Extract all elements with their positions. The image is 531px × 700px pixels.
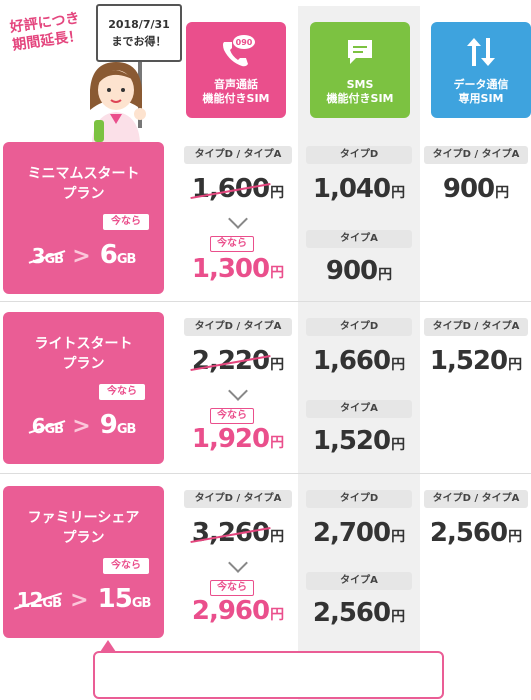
old-data-capacity: 3GB xyxy=(31,244,64,268)
plan-card-light-start: ライトスタート プラン 今なら 6GB > 9GB xyxy=(3,312,164,464)
data-capacity: 12GB > 15GB xyxy=(3,584,164,614)
voice-sim-label-2: 機能付きSIM xyxy=(202,92,270,105)
voice-type-label: タイプD / タイプA xyxy=(184,490,292,508)
voice-new-price: 1,300円 xyxy=(191,254,285,284)
voice-new-price: 2,960円 xyxy=(191,596,285,626)
phone-icon-badge: 090 xyxy=(236,38,253,47)
mascot-girl-illustration xyxy=(90,62,146,142)
phone-icon: 090 xyxy=(223,35,255,67)
chevron-right-icon: > xyxy=(70,588,89,613)
sms-sim-label-2: 機能付きSIM xyxy=(326,92,394,105)
data-sim-header: データ通信 専用SIM xyxy=(431,22,531,118)
row-divider xyxy=(0,301,531,302)
sms-type-d-label: タイプD xyxy=(306,146,412,164)
sms-type-a-price: 2,560円 xyxy=(312,598,406,628)
data-sim-label-1: データ通信 xyxy=(453,78,509,91)
new-data-capacity: 6GB xyxy=(99,240,137,270)
chevron-down-icon xyxy=(228,209,248,229)
sms-type-d-price: 2,700円 xyxy=(312,518,406,548)
sms-type-d-price: 1,660円 xyxy=(312,346,406,376)
data-price: 900円 xyxy=(442,174,510,204)
old-data-capacity: 12GB xyxy=(16,588,62,612)
data-type-label: タイプD / タイプA xyxy=(424,146,528,164)
voice-old-price: 1,600円 xyxy=(191,174,285,204)
data-type-label: タイプD / タイプA xyxy=(424,318,528,336)
now-badge: 今なら xyxy=(99,384,145,400)
now-tag: 今なら xyxy=(210,236,254,252)
now-badge: 今なら xyxy=(103,558,149,574)
data-price: 2,560円 xyxy=(429,518,523,548)
voice-type-label: タイプD / タイプA xyxy=(184,146,292,164)
voice-type-label: タイプD / タイプA xyxy=(184,318,292,336)
new-data-capacity: 15GB xyxy=(97,584,152,614)
chevron-down-icon xyxy=(228,381,248,401)
plan-name: ミニマムスタート プラン xyxy=(27,166,140,202)
data-capacity: 6GB > 9GB xyxy=(3,410,164,440)
chat-bubble-icon xyxy=(348,40,372,64)
voice-old-price: 2,220円 xyxy=(191,346,285,376)
voice-sim-header: 090 音声通話 機能付きSIM xyxy=(186,22,286,118)
data-type-label: タイプD / タイプA xyxy=(424,490,528,508)
updown-arrows-icon xyxy=(467,38,495,66)
speech-bubble xyxy=(93,651,444,699)
new-data-capacity: 9GB xyxy=(99,410,137,440)
voice-old-price: 3,260円 xyxy=(191,518,285,548)
old-data-capacity: 6GB xyxy=(31,414,64,438)
now-badge: 今なら xyxy=(103,214,149,230)
sms-type-d-price: 1,040円 xyxy=(312,174,406,204)
sms-sim-header: SMS 機能付きSIM xyxy=(310,22,410,118)
plan-card-family-share: ファミリーシェア プラン 今なら 12GB > 15GB xyxy=(3,486,164,638)
data-price: 1,520円 xyxy=(429,346,523,376)
data-sim-label-2: 専用SIM xyxy=(458,92,504,105)
sms-type-a-label: タイプA xyxy=(306,400,412,418)
sms-type-a-label: タイプA xyxy=(306,230,412,248)
now-tag: 今なら xyxy=(210,408,254,424)
sms-type-d-label: タイプD xyxy=(306,490,412,508)
data-capacity: 3GB > 6GB xyxy=(3,240,164,270)
sms-type-d-label: タイプD xyxy=(306,318,412,336)
promo-extension-label: 好評につき 期間延長！ xyxy=(8,10,84,54)
sms-type-a-price: 900円 xyxy=(325,256,393,286)
chevron-right-icon: > xyxy=(72,414,91,439)
row-divider xyxy=(0,473,531,474)
plan-card-minimum-start: ミニマムスタート プラン 今なら 3GB > 6GB xyxy=(3,142,164,294)
now-tag: 今なら xyxy=(210,580,254,596)
chevron-right-icon: > xyxy=(72,244,91,269)
sms-type-a-label: タイプA xyxy=(306,572,412,590)
sms-type-a-price: 1,520円 xyxy=(312,426,406,456)
plan-name: ライトスタート プラン xyxy=(34,336,133,372)
chevron-down-icon xyxy=(228,553,248,573)
voice-sim-label-1: 音声通話 xyxy=(214,78,258,91)
voice-new-price: 1,920円 xyxy=(191,424,285,454)
sms-sim-label-1: SMS xyxy=(346,78,374,91)
plan-name: ファミリーシェア プラン xyxy=(27,510,140,546)
